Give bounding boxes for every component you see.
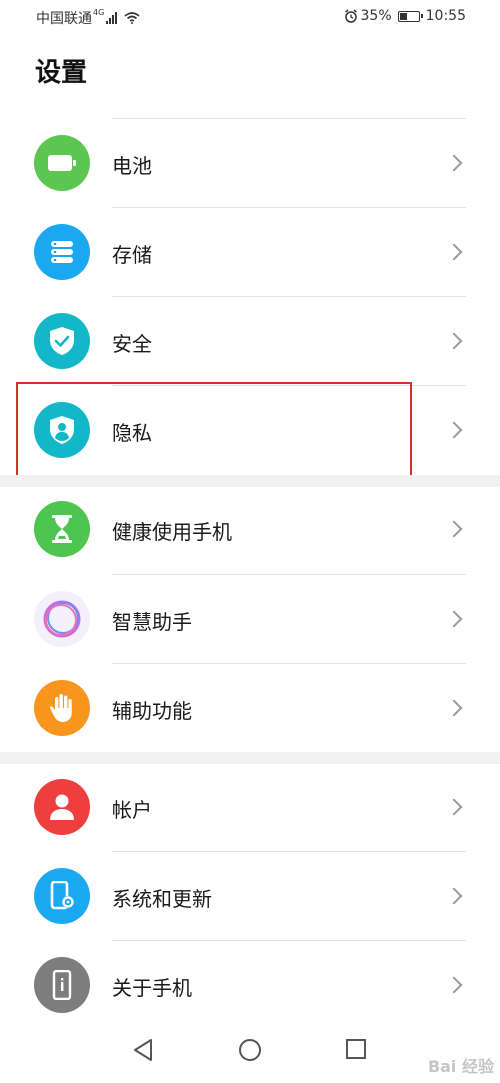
section-separator [0, 752, 500, 764]
divider [112, 207, 466, 208]
settings-item-smart-assistant[interactable]: 智慧助手 [0, 576, 500, 664]
divider [112, 296, 466, 297]
page-title: 设置 [35, 58, 88, 88]
phone-info-icon [34, 957, 90, 1013]
recents-icon[interactable] [345, 1038, 367, 1060]
chevron-right-icon [445, 699, 463, 717]
chevron-right-icon [445, 421, 463, 439]
chevron-right-icon [445, 332, 463, 350]
hourglass-icon [34, 501, 90, 557]
system-navigation-bar [0, 1020, 500, 1083]
battery-percent: 35% [360, 8, 392, 24]
settings-item-accessibility[interactable]: 辅助功能 [0, 665, 500, 753]
storage-icon [34, 224, 90, 280]
status-bar: 中国联通 4G 35% 10:55 [0, 0, 500, 34]
item-label: 帐户 [112, 798, 152, 822]
battery-status-icon [397, 10, 423, 22]
settings-item-account[interactable]: 帐户 [0, 764, 500, 852]
phone-settings-icon [34, 868, 90, 924]
highlight-box [16, 382, 412, 480]
item-label: 辅助功能 [112, 699, 192, 723]
settings-item-storage[interactable]: 存储 [0, 209, 500, 297]
alarm-icon [344, 9, 357, 23]
chevron-right-icon [445, 610, 463, 628]
chevron-right-icon [445, 976, 463, 994]
divider [112, 663, 466, 664]
divider [112, 574, 466, 575]
chevron-right-icon [445, 520, 463, 538]
shield-check-icon [34, 313, 90, 369]
divider [112, 118, 466, 119]
chevron-right-icon [445, 154, 463, 172]
divider [112, 851, 466, 852]
chevron-right-icon [445, 887, 463, 905]
watermark: Bai 经验 [427, 1057, 494, 1076]
hand-icon [34, 680, 90, 736]
item-label: 健康使用手机 [112, 520, 232, 544]
home-icon[interactable] [238, 1038, 262, 1062]
chevron-right-icon [445, 798, 463, 816]
item-label: 电池 [112, 154, 152, 178]
network-type: 4G [93, 7, 105, 17]
battery-icon [34, 135, 90, 191]
settings-item-digital-balance[interactable]: 健康使用手机 [0, 486, 500, 574]
item-label: 关于手机 [112, 976, 192, 1000]
item-label: 存储 [112, 243, 152, 267]
carrier-name: 中国联通 [36, 11, 92, 27]
settings-item-security[interactable]: 安全 [0, 298, 500, 386]
clock-time: 10:55 [425, 8, 466, 24]
wifi-icon [124, 12, 140, 24]
item-label: 智慧助手 [112, 610, 192, 634]
signal-icon [106, 12, 118, 24]
back-icon[interactable] [132, 1038, 154, 1062]
assistant-ring-icon [34, 591, 90, 647]
item-label: 安全 [112, 332, 152, 356]
settings-item-about-phone[interactable]: 关于手机 [0, 942, 500, 1030]
chevron-right-icon [445, 243, 463, 261]
settings-item-system-update[interactable]: 系统和更新 [0, 853, 500, 941]
settings-item-battery[interactable]: 电池 [0, 120, 500, 208]
divider [112, 940, 466, 941]
item-label: 系统和更新 [112, 887, 212, 911]
account-icon [34, 779, 90, 835]
